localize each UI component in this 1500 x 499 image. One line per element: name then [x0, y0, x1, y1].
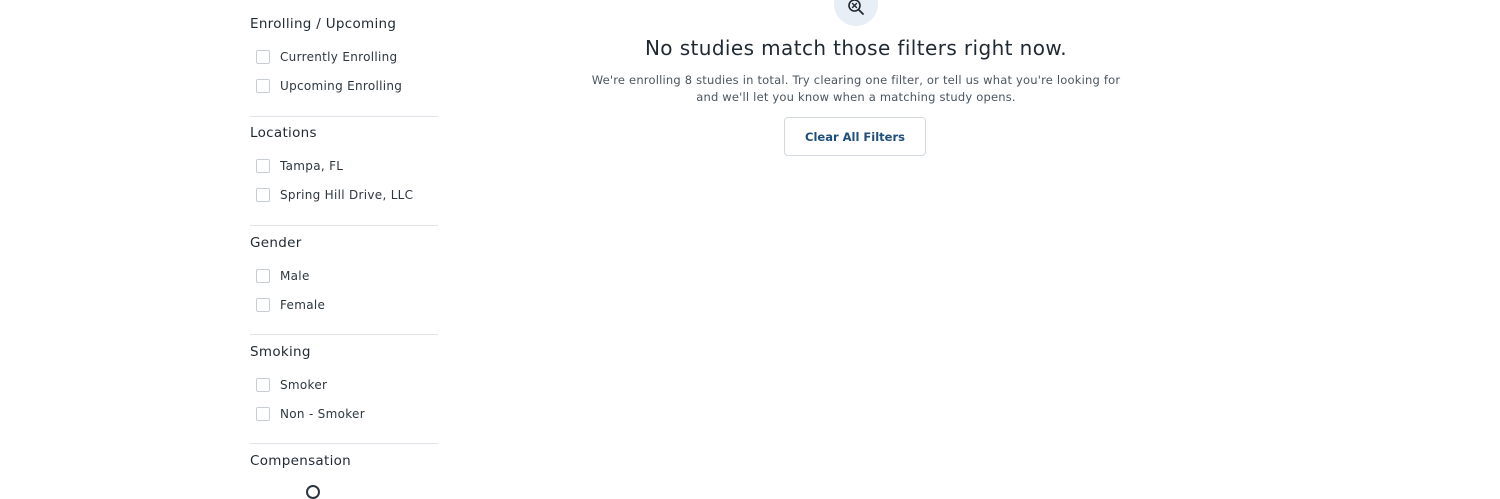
- filter-group-title: Enrolling / Upcoming: [250, 16, 397, 32]
- filter-group-title: Smoking: [250, 344, 311, 360]
- filter-group-title: Compensation: [250, 453, 352, 469]
- filter-option-smoker[interactable]: Smoker: [250, 376, 438, 394]
- filter-option-male[interactable]: Male: [250, 267, 438, 285]
- divider: [250, 225, 438, 226]
- filter-option-label: Spring Hill Drive, LLC: [280, 188, 414, 202]
- filter-option-label: Female: [280, 298, 326, 312]
- divider: [250, 443, 438, 444]
- checkbox[interactable]: [256, 269, 270, 283]
- filter-option-label: Non - Smoker: [280, 407, 365, 421]
- filter-option-spring-hill[interactable]: Spring Hill Drive, LLC: [250, 186, 438, 204]
- filter-option-label: Smoker: [280, 378, 328, 392]
- search-x-icon-glyph: [848, 0, 864, 15]
- filter-group-gender: Gender Male Female: [250, 234, 438, 312]
- empty-state-title: No studies match those filters right now…: [644, 36, 1068, 60]
- filter-option-upcoming-enrolling[interactable]: Upcoming Enrolling: [250, 77, 438, 95]
- filter-option-label: Tampa, FL: [280, 159, 344, 173]
- checkbox[interactable]: [256, 79, 270, 93]
- empty-state-description: We're enrolling 8 studies in total. Try …: [591, 73, 1121, 104]
- filter-group-title: Gender: [250, 235, 302, 251]
- filter-group-compensation: Compensation: [250, 452, 438, 470]
- checkbox[interactable]: [256, 50, 270, 64]
- divider: [250, 334, 438, 335]
- divider: [250, 116, 438, 117]
- checkbox[interactable]: [256, 378, 270, 392]
- filter-option-label: Currently Enrolling: [280, 50, 398, 64]
- filter-group-enrolling: Enrolling / Upcoming Currently Enrolling…: [250, 15, 438, 93]
- checkbox[interactable]: [256, 188, 270, 202]
- filter-option-tampa[interactable]: Tampa, FL: [250, 157, 438, 175]
- filter-option-label: Male: [280, 269, 310, 283]
- clear-all-filters-button[interactable]: Clear All Filters: [784, 117, 926, 156]
- checkbox[interactable]: [256, 159, 270, 173]
- checkbox[interactable]: [256, 298, 270, 312]
- filter-group-locations: Locations Tampa, FL Spring Hill Drive, L…: [250, 124, 438, 202]
- filter-option-label: Upcoming Enrolling: [280, 79, 403, 93]
- filter-option-currently-enrolling[interactable]: Currently Enrolling: [250, 48, 438, 66]
- search-x-icon: [834, 0, 878, 26]
- filter-option-non-smoker[interactable]: Non - Smoker: [250, 405, 438, 423]
- compensation-slider-handle[interactable]: [306, 485, 320, 499]
- filter-option-female[interactable]: Female: [250, 296, 438, 314]
- filter-group-title: Locations: [250, 125, 317, 141]
- checkbox[interactable]: [256, 407, 270, 421]
- filter-group-smoking: Smoking Smoker Non - Smoker: [250, 343, 438, 421]
